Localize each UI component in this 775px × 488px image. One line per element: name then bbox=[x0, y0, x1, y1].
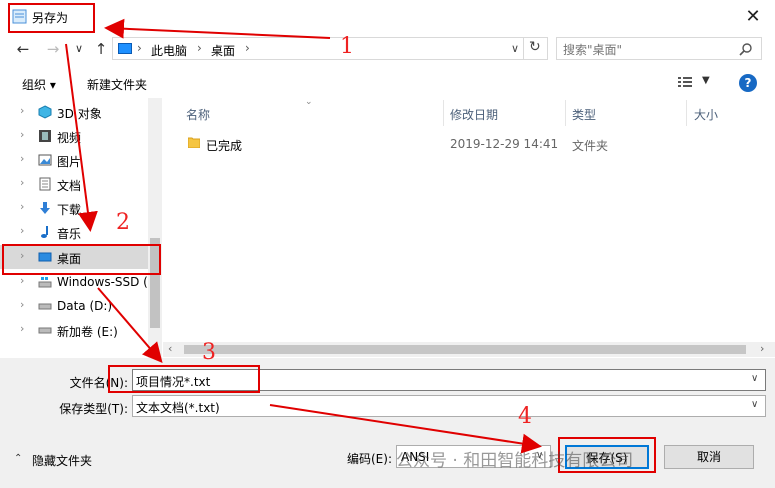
arrow-1 bbox=[104, 18, 331, 39]
arrow-3 bbox=[97, 287, 163, 364]
arrow-4 bbox=[269, 404, 542, 454]
annotation-number-2: 2 bbox=[116, 210, 130, 235]
annotation-number-3: 3 bbox=[202, 340, 216, 365]
annotation-number-1: 1 bbox=[340, 34, 354, 59]
arrow-2 bbox=[65, 43, 98, 232]
annotation-number-4: 4 bbox=[518, 404, 532, 429]
annotation-arrows bbox=[65, 18, 542, 454]
